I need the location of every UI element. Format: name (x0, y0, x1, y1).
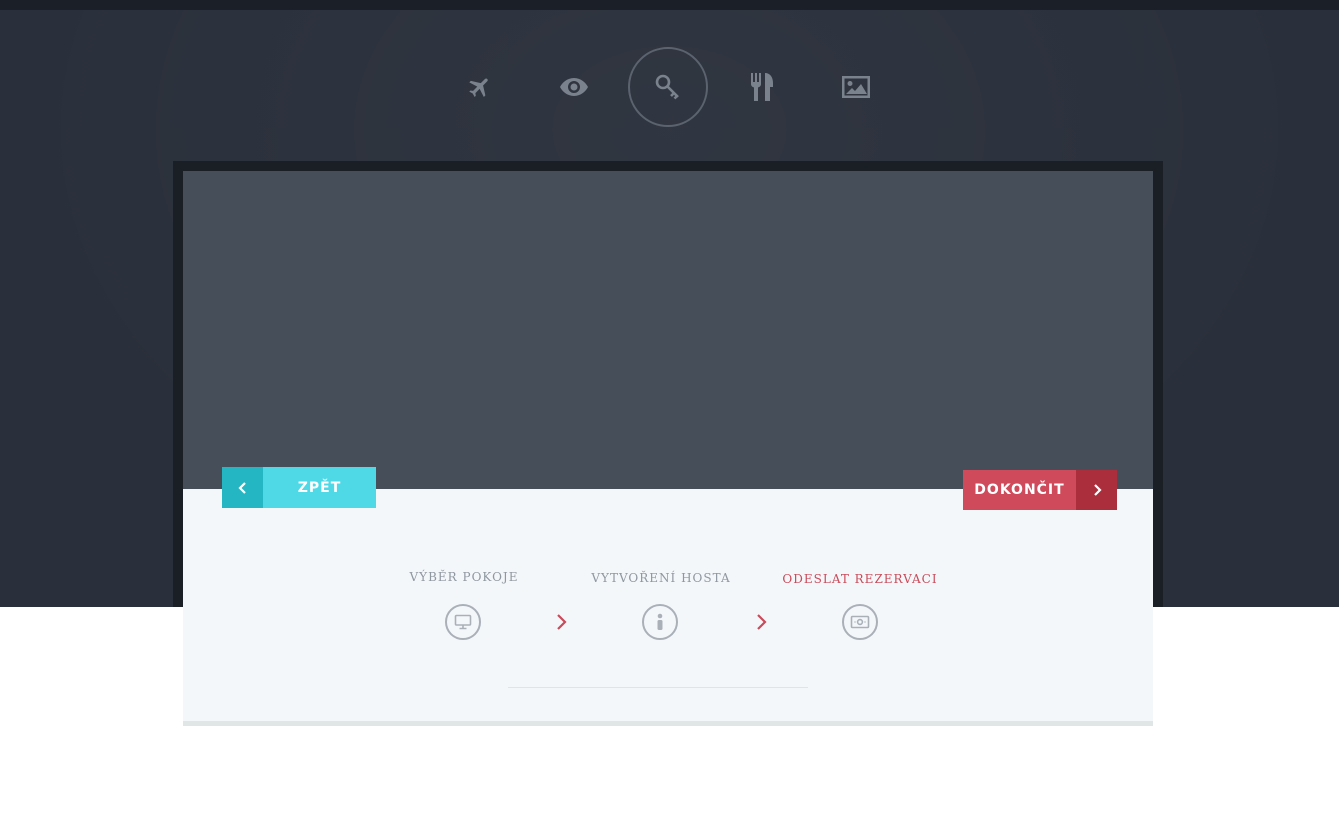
nav-item-rooms[interactable] (628, 47, 708, 127)
eye-icon (560, 78, 588, 96)
nav-item-view[interactable] (534, 47, 614, 127)
step-label-room: VÝBĚR POKOJE (409, 570, 519, 584)
chevron-left-icon (222, 467, 263, 508)
nav-item-gallery[interactable] (816, 47, 896, 127)
step-label-guest: VYTVOŘENÍ HOSTA (591, 571, 731, 585)
content-area (183, 171, 1153, 489)
money-icon (850, 615, 870, 629)
back-button[interactable]: ZPĚT (222, 467, 376, 508)
back-button-label: ZPĚT (297, 479, 342, 496)
airplane-icon (469, 78, 488, 97)
finish-button-label: DOKONČIT (974, 482, 1065, 498)
fork-knife-icon (751, 73, 773, 101)
nav-item-flights[interactable] (440, 47, 520, 127)
image-icon (842, 76, 870, 98)
card-shadow (183, 721, 1153, 726)
person-info-icon (657, 613, 663, 630)
step-arrow-1 (557, 614, 567, 630)
step-guest[interactable] (642, 604, 678, 640)
step-submit[interactable] (842, 604, 878, 640)
step-label-submit: ODESLAT REZERVACI (782, 572, 938, 586)
top-strip (0, 0, 1339, 10)
finish-button[interactable]: DOKONČIT (963, 470, 1117, 510)
monitor-icon (454, 614, 472, 630)
key-icon (655, 74, 679, 100)
step-arrow-2 (757, 614, 767, 630)
footer-divider (508, 687, 808, 688)
chevron-right-icon (1076, 470, 1117, 510)
step-room[interactable] (445, 604, 481, 640)
icon-nav (440, 47, 900, 127)
nav-item-restaurant[interactable] (722, 47, 802, 127)
